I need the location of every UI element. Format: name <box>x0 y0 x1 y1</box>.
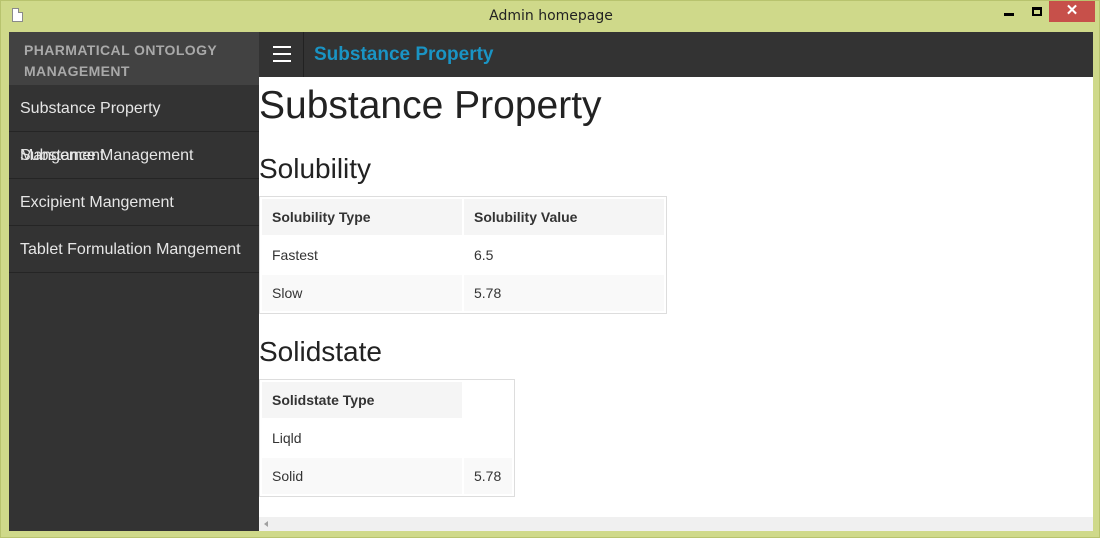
maximize-button[interactable] <box>1023 1 1050 22</box>
column-header: Solubility Type <box>262 199 462 235</box>
table-cell: Liqld <box>272 430 302 446</box>
table-row: Solid 5.78 <box>262 458 512 494</box>
client-area: PHARMATICAL ONTOLOGY MANAGEMENT Substanc… <box>9 32 1093 531</box>
table-row: Fastest 6.5 <box>262 237 664 273</box>
table-cell: Solid <box>262 458 462 494</box>
brand-line-1: PHARMATICAL ONTOLOGY <box>24 42 218 58</box>
solidstate-table: Solidstate Type Liqld Solid 5.78 <box>259 379 515 497</box>
column-header <box>464 382 512 418</box>
table-row: Slow 5.78 <box>262 275 664 311</box>
hamburger-icon-line <box>273 46 291 48</box>
column-header: Solidstate Type <box>262 382 462 418</box>
table-header-row: Solubility Type Solubility Value <box>262 199 664 235</box>
sidebar-brand: PHARMATICAL ONTOLOGY MANAGEMENT <box>9 32 259 85</box>
sidebar-item-substance-property[interactable]: Substance Property Mangement <box>9 85 259 164</box>
table-cell: Slow <box>262 275 462 311</box>
minimize-icon <box>1003 13 1014 16</box>
solubility-heading: Solubility <box>259 153 372 184</box>
sidebar-item-excipient[interactable]: Excipient Mangement <box>9 179 259 226</box>
horizontal-scrollbar[interactable] <box>259 517 1093 531</box>
app-window: Admin homepage ✕ PHARMATICAL ONTOLOGY MA… <box>0 0 1100 538</box>
top-bar: Substance Property <box>259 32 1093 77</box>
maximize-icon <box>1031 7 1042 16</box>
table-cell: 5.78 <box>464 275 664 311</box>
close-button[interactable]: ✕ <box>1049 1 1095 22</box>
solidstate-heading: Solidstate <box>259 336 382 367</box>
sidebar-item-substance[interactable]: Substance Management <box>9 132 259 179</box>
window-title: Admin homepage <box>489 8 613 24</box>
column-header: Solubility Value <box>464 199 664 235</box>
brand-line-2: MANAGEMENT <box>24 63 130 79</box>
scroll-left-icon[interactable] <box>264 521 268 527</box>
table-header-row: Solidstate Type <box>262 382 512 418</box>
table-cell: Fastest <box>272 247 318 263</box>
sidebar: PHARMATICAL ONTOLOGY MANAGEMENT Substanc… <box>9 32 259 531</box>
close-icon: ✕ <box>1065 2 1079 19</box>
table-cell <box>464 420 512 456</box>
solubility-table: Solubility Type Solubility Value Fastest… <box>259 196 667 314</box>
minimize-button[interactable] <box>995 1 1022 22</box>
menu-toggle-button[interactable] <box>259 32 304 77</box>
hamburger-icon-line <box>273 60 291 62</box>
page-title: Substance Property <box>259 84 602 127</box>
hamburger-icon-line <box>273 53 291 55</box>
main-content: Substance Property Solubility Solubility… <box>259 77 1093 517</box>
table-cell: 5.78 <box>464 458 512 494</box>
topbar-title: Substance Property <box>314 44 494 65</box>
table-row: Liqld <box>262 420 512 456</box>
sidebar-item-tablet-formulation[interactable]: Tablet Formulation Mangement <box>9 226 259 273</box>
table-cell: 6.5 <box>474 247 494 263</box>
title-bar[interactable]: Admin homepage ✕ <box>1 1 1100 32</box>
